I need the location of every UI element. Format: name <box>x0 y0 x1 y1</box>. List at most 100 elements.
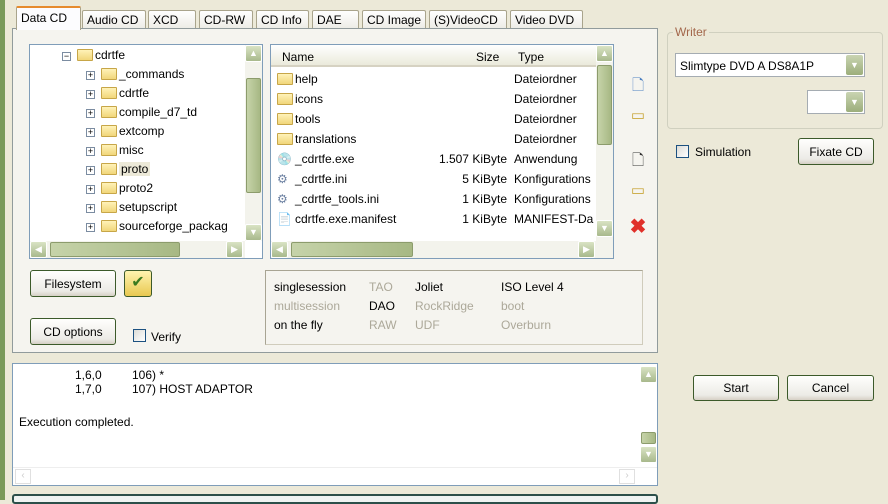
file-row[interactable]: tools Dateiordner <box>277 109 597 129</box>
tree-item[interactable]: + setupscript <box>86 197 177 217</box>
file-row[interactable]: ⚙ _cdrtfe_tools.ini 1 KiByte Konfigurations <box>277 189 597 209</box>
file-row[interactable]: ⚙ _cdrtfe.ini 5 KiByte Konfigurations <box>277 169 597 189</box>
expand-icon[interactable]: + <box>86 109 95 118</box>
tab-data-cd[interactable]: Data CD <box>16 6 81 30</box>
folder-icon <box>277 113 293 125</box>
chevron-down-icon[interactable]: ▼ <box>846 92 863 112</box>
verify-checkbox[interactable] <box>133 329 146 342</box>
scroll-left-button[interactable]: ◀ <box>30 241 47 258</box>
file-name: _cdrtfe_tools.ini <box>295 192 380 206</box>
expand-icon[interactable]: + <box>86 204 95 213</box>
scroll-down-button[interactable]: ▼ <box>245 224 262 241</box>
check-fs-button[interactable]: ✔ <box>124 270 152 297</box>
list-vscrollbar[interactable]: ▲ ▼ <box>596 45 613 241</box>
folder-tree[interactable]: − cdrtfe + _commands + cdrtfe + compile_d7_td + e… <box>29 44 263 259</box>
file-list[interactable]: Name Size Type help Dateiordner icons Datei… <box>270 44 614 259</box>
expand-icon[interactable]: + <box>86 71 95 80</box>
tab-cd-image[interactable]: CD Image <box>362 10 426 29</box>
writer-device-select[interactable]: Slimtype DVD A DS8A1P ▼ <box>675 53 865 77</box>
tab-cd-rw[interactable]: CD-RW <box>199 10 253 29</box>
log-output[interactable]: 1,6,0 106) * 1,7,0 107) HOST ADAPTOR Execut… <box>12 363 658 486</box>
file-row[interactable]: icons Dateiordner <box>277 89 597 109</box>
file-type: Konfigurations <box>514 172 591 186</box>
scroll-left-button[interactable]: ◀ <box>271 241 288 258</box>
tree-item[interactable]: + proto <box>86 159 151 179</box>
checkmark-icon: ✔ <box>131 274 145 291</box>
cd-options-button[interactable]: CD options <box>30 318 116 345</box>
folder-icon <box>101 125 117 137</box>
fixate-cd-button[interactable]: Fixate CD <box>798 138 874 165</box>
option-rockridge: RockRidge <box>415 299 474 313</box>
speed-select[interactable]: ▼ <box>807 90 865 114</box>
expand-icon[interactable]: + <box>86 223 95 232</box>
tree-item[interactable]: + extcomp <box>86 121 164 141</box>
log-hscrollbar[interactable]: ‹ › <box>13 467 657 485</box>
tree-item[interactable]: + proto2 <box>86 178 153 198</box>
file-name: tools <box>295 112 321 126</box>
log-address: 1,6,0 <box>75 368 102 382</box>
tree-item[interactable]: + sourceforge_packag <box>86 216 228 236</box>
column-type[interactable]: Type <box>518 50 544 64</box>
column-size[interactable]: Size <box>476 50 499 64</box>
scroll-thumb[interactable] <box>597 65 612 145</box>
expand-icon[interactable]: + <box>86 166 95 175</box>
remove-folder-icon[interactable]: ▭ <box>629 182 647 200</box>
expand-icon[interactable]: + <box>86 90 95 99</box>
tab-video-dvd[interactable]: Video DVD <box>510 10 583 29</box>
file-row[interactable]: 📄 cdrtfe.exe.manifest 1 KiByte MANIFEST-Da <box>277 209 597 229</box>
tree-hscrollbar[interactable]: ◀ ▶ <box>30 241 245 258</box>
file-row[interactable]: 💿 _cdrtfe.exe 1.507 KiByte Anwendung <box>277 149 597 169</box>
scroll-thumb[interactable] <box>291 242 413 257</box>
expand-icon[interactable]: + <box>86 128 95 137</box>
scroll-up-button[interactable]: ▲ <box>640 366 657 383</box>
scroll-down-button[interactable]: ▼ <box>596 220 613 237</box>
column-name[interactable]: Name <box>282 50 314 64</box>
file-name: _cdrtfe.exe <box>295 152 355 166</box>
scroll-right-button[interactable]: ▶ <box>226 241 243 258</box>
delete-icon[interactable]: ✖ <box>629 217 647 237</box>
tree-item[interactable]: + misc <box>86 140 144 160</box>
tab-audio-cd[interactable]: Audio CD <box>82 10 146 29</box>
scroll-thumb[interactable] <box>246 78 261 193</box>
tab-xcd[interactable]: XCD <box>148 10 196 29</box>
list-hscrollbar[interactable]: ◀ ▶ <box>271 241 613 258</box>
scroll-thumb[interactable] <box>50 242 180 257</box>
simulation-checkbox[interactable] <box>676 145 689 158</box>
add-folder-icon[interactable]: ▭ <box>629 107 647 125</box>
start-button[interactable]: Start <box>693 375 779 401</box>
tab-cd-info[interactable]: CD Info <box>256 10 309 29</box>
tree-vscrollbar[interactable]: ▲ ▼ <box>245 45 262 241</box>
collapse-icon[interactable]: − <box>62 52 71 61</box>
tab-s-videocd[interactable]: (S)VideoCD <box>429 10 507 29</box>
tab-dae[interactable]: DAE <box>312 10 359 29</box>
scroll-right-button[interactable]: › <box>619 469 635 484</box>
tree-item[interactable]: + _commands <box>86 64 184 84</box>
expand-icon[interactable]: + <box>86 147 95 156</box>
filesystem-button[interactable]: Filesystem <box>30 270 116 297</box>
scroll-up-button[interactable]: ▲ <box>245 45 262 62</box>
tree-item[interactable]: + cdrtfe <box>86 83 149 103</box>
folder-icon <box>277 73 293 85</box>
scroll-left-button[interactable]: ‹ <box>15 469 31 484</box>
file-row[interactable]: help Dateiordner <box>277 69 597 89</box>
progress-bar <box>12 494 658 504</box>
log-address: 1,7,0 <box>75 382 102 396</box>
expand-icon[interactable]: + <box>86 185 95 194</box>
option-boot: boot <box>501 299 525 313</box>
chevron-down-icon[interactable]: ▼ <box>846 55 863 75</box>
folder-icon <box>101 163 117 175</box>
file-row[interactable]: translations Dateiordner <box>277 129 597 149</box>
scroll-right-button[interactable]: ▶ <box>578 241 595 258</box>
cancel-button[interactable]: Cancel <box>787 375 874 401</box>
scroll-up-button[interactable]: ▲ <box>596 45 613 62</box>
file-size: 1 KiByte <box>462 212 507 226</box>
scroll-thumb[interactable] <box>641 432 656 444</box>
tree-item[interactable]: − cdrtfe <box>62 45 125 65</box>
add-file-icon[interactable]: 🗋 <box>629 77 647 95</box>
option-multisession: multisession <box>274 299 341 313</box>
verify-label: Verify <box>151 330 182 344</box>
scroll-down-button[interactable]: ▼ <box>640 446 657 463</box>
remove-file-icon[interactable]: 🗋 <box>629 152 647 170</box>
tree-item[interactable]: + compile_d7_td <box>86 102 197 122</box>
log-vscrollbar[interactable]: ▲ ▼ <box>640 364 657 467</box>
